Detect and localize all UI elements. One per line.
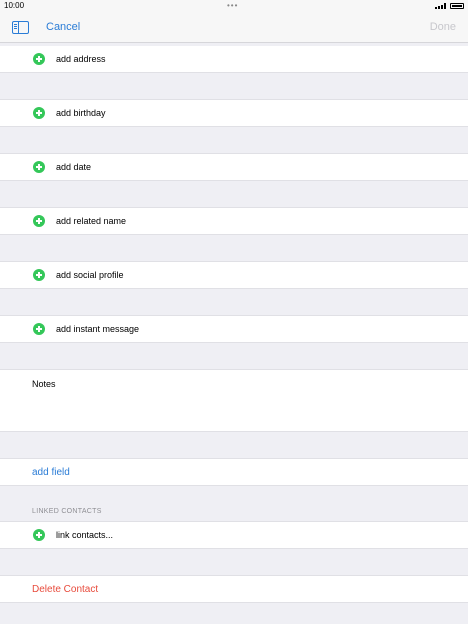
add-birthday-row[interactable]: add birthday	[0, 99, 468, 127]
add-field-button[interactable]: add field	[32, 467, 70, 478]
notes-field[interactable]: Notes	[0, 369, 468, 432]
nav-bar: Cancel Done	[0, 12, 468, 43]
cancel-button[interactable]: Cancel	[46, 21, 80, 33]
linked-contacts-header: LINKED CONTACTS	[32, 508, 102, 515]
add-field-row[interactable]: add field	[0, 458, 468, 486]
delete-contact-button[interactable]: Delete Contact	[32, 584, 98, 595]
link-contacts-row[interactable]: link contacts...	[0, 521, 468, 549]
battery-icon	[450, 3, 464, 9]
row-label: add social profile	[56, 270, 124, 280]
row-label: add date	[56, 162, 92, 172]
add-instant-message-row[interactable]: add instant message	[0, 315, 468, 343]
row-label: add address	[56, 54, 106, 64]
add-icon[interactable]	[33, 269, 45, 281]
row-label: add instant message	[56, 324, 140, 334]
status-bar: 10:00 •••	[0, 0, 468, 12]
add-icon[interactable]	[33, 161, 45, 173]
add-address-row[interactable]: add address	[0, 46, 468, 73]
row-label: add related name	[56, 216, 127, 226]
notes-label: Notes	[32, 379, 56, 389]
row-label: add birthday	[56, 108, 106, 118]
add-icon[interactable]	[33, 529, 45, 541]
signal-icon	[435, 3, 446, 9]
sidebar-toggle-icon[interactable]	[12, 21, 29, 34]
add-icon[interactable]	[33, 107, 45, 119]
delete-contact-row[interactable]: Delete Contact	[0, 575, 468, 603]
row-label: link contacts...	[56, 530, 114, 540]
add-icon[interactable]	[33, 53, 45, 65]
done-button[interactable]: Done	[430, 21, 456, 33]
add-related-name-row[interactable]: add related name	[0, 207, 468, 235]
add-icon[interactable]	[33, 323, 45, 335]
multitasking-dots[interactable]: •••	[227, 0, 238, 12]
add-date-row[interactable]: add date	[0, 153, 468, 181]
add-social-profile-row[interactable]: add social profile	[0, 261, 468, 289]
add-icon[interactable]	[33, 215, 45, 227]
status-time: 10:00	[4, 1, 25, 10]
